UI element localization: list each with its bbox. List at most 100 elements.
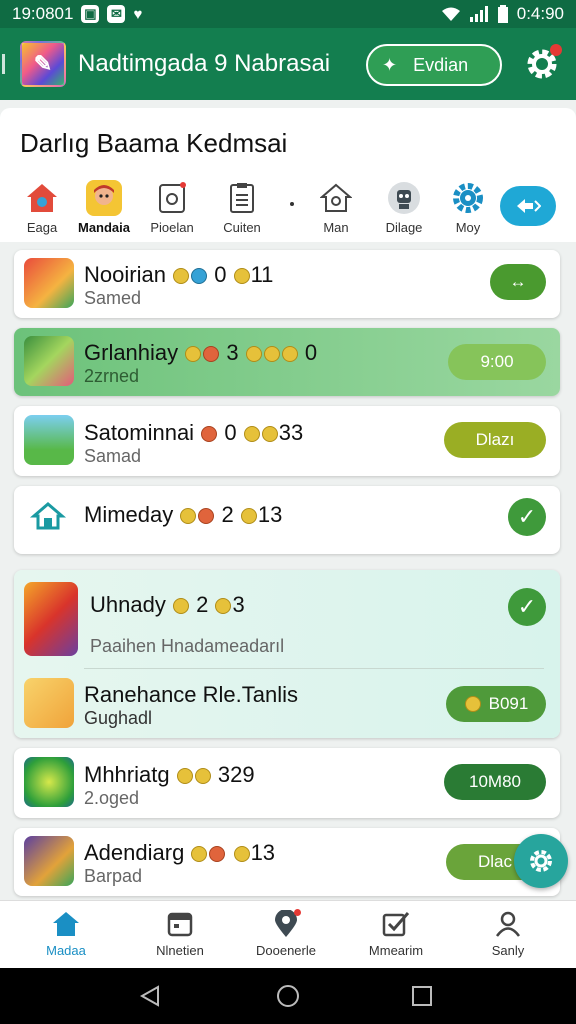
- checkbox-icon: [381, 909, 411, 939]
- item-stat-secondary: 13: [257, 502, 283, 527]
- status-time-right: 0:4:90: [516, 4, 564, 23]
- category-cuiten[interactable]: Cuiten: [212, 180, 272, 235]
- nav-item-madaa[interactable]: Madaa: [16, 909, 116, 958]
- nav-item-mmearim[interactable]: Mmearim: [346, 909, 446, 958]
- swap-button[interactable]: ↔: [490, 264, 546, 300]
- gem-icon: [191, 268, 208, 284]
- category-moy[interactable]: Moy: [438, 180, 498, 235]
- hammer-icon: ✦: [382, 54, 398, 75]
- category-mandaia[interactable]: Mandaia: [74, 180, 134, 235]
- notification-dot: [550, 44, 562, 56]
- coin-icon: [464, 696, 481, 712]
- recents-icon[interactable]: [410, 984, 434, 1008]
- receipt-icon: [154, 180, 190, 216]
- coin-icon: [173, 268, 190, 284]
- category-eaga[interactable]: Eaga: [12, 180, 72, 235]
- action-button[interactable]: Dlazı: [444, 422, 546, 458]
- nav-item-nlnetien[interactable]: Nlnetien: [130, 909, 230, 958]
- item-stat: 3: [226, 340, 239, 365]
- battery-icon: [497, 5, 508, 23]
- separator-dot: [290, 202, 294, 206]
- section-title: Darlıg Baama Kedmsai: [20, 128, 288, 158]
- coin-icon: [245, 346, 262, 362]
- category-dilage[interactable]: Dilage: [374, 180, 434, 235]
- item-name: Mimeday: [84, 502, 174, 527]
- category-man[interactable]: Man: [306, 180, 366, 235]
- share-icon: [517, 199, 541, 213]
- signal-icon: [469, 6, 488, 22]
- coin-icon: [243, 426, 260, 442]
- game-thumbnail: [24, 582, 78, 656]
- gem-icon: [198, 508, 215, 524]
- app-logo: ✎: [20, 41, 66, 87]
- coin-icon: [215, 598, 232, 614]
- nav-item-sanly[interactable]: Sanly: [458, 909, 558, 958]
- location-icon: [271, 909, 301, 939]
- list-item[interactable]: Grlanhiay 3 0 2zrned 9:00: [14, 328, 560, 396]
- price-button[interactable]: 10M80: [444, 764, 546, 800]
- time-button-label: 9:00: [480, 352, 514, 371]
- grouped-list: Uhnady 2 3 Paaihen Hnadameadarıl ✓ Raneh…: [14, 570, 560, 738]
- item-stat-secondary: 33: [278, 420, 304, 445]
- item-subtitle: Barpad: [84, 866, 143, 886]
- time-button[interactable]: 9:00: [448, 344, 546, 380]
- heart-icon: ♥: [133, 5, 143, 23]
- coin-icon: [172, 598, 189, 614]
- wifi-icon: [441, 7, 460, 21]
- item-subtitle: Gughadl: [84, 708, 153, 728]
- character-icon: [86, 180, 122, 216]
- item-name: Satominnai: [84, 420, 195, 445]
- list-item[interactable]: Satominnai 0 33 Samad Dlazı: [14, 406, 560, 476]
- item-subtitle: Samed: [84, 288, 142, 308]
- game-thumbnail: [24, 757, 74, 807]
- gem-icon: [203, 346, 220, 362]
- check-icon: ✓: [517, 594, 537, 619]
- check-icon: ✓: [517, 504, 537, 529]
- category-pioelan[interactable]: Pioelan: [142, 180, 202, 235]
- coin-icon: [185, 346, 202, 362]
- swap-button-label: ↔: [509, 272, 527, 291]
- settings-fab[interactable]: [514, 834, 568, 888]
- share-button[interactable]: [500, 186, 556, 226]
- price-button[interactable]: B091: [446, 686, 546, 722]
- home-button-icon[interactable]: [276, 984, 300, 1008]
- coin-icon: [233, 268, 250, 284]
- bottom-nav: Madaa Nlnetien Dooenerle Mmearim Sanly: [0, 900, 576, 968]
- game-thumbnail: [24, 678, 74, 728]
- back-icon[interactable]: [138, 984, 162, 1008]
- menu-icon[interactable]: [2, 54, 10, 74]
- coin-icon: [180, 508, 197, 524]
- category-row: Eaga Mandaia Pioelan Cuiten Man Dilage M…: [0, 180, 576, 242]
- coin-icon: [194, 768, 211, 784]
- gem-icon: [201, 426, 218, 442]
- nav-item-dooenerle[interactable]: Dooenerle: [236, 909, 336, 958]
- list-item[interactable]: Nooirian 0 11 Samed ↔: [14, 250, 560, 318]
- item-subtitle: 2zrned: [84, 366, 140, 386]
- list-item[interactable]: Mhhriatg 329 2.oged 10M80: [14, 748, 560, 818]
- game-thumbnail: [24, 836, 74, 886]
- evolve-button[interactable]: ✦ Evdian: [366, 44, 502, 86]
- item-name: Uhnady: [90, 592, 166, 617]
- item-name: Grlanhiay: [84, 340, 179, 365]
- status-bar: 19:0801 ▣ ✉ ♥ 0:4:90: [0, 0, 576, 28]
- settings-button[interactable]: [520, 42, 564, 86]
- check-button[interactable]: ✓: [508, 588, 546, 626]
- item-name: Mhhriatg: [84, 762, 170, 787]
- coin-icon: [261, 426, 278, 442]
- game-thumbnail: [24, 336, 74, 386]
- price-button-label: B091: [488, 694, 529, 713]
- robot-icon: [386, 180, 422, 216]
- gear-icon: [530, 850, 552, 872]
- coin-icon: [176, 768, 193, 784]
- calendar-icon: [165, 909, 195, 939]
- list-item[interactable]: Mimeday 2 13 ✓: [14, 486, 560, 554]
- list-item[interactable]: Adendiarg 13 Barpad Dlac: [14, 828, 560, 896]
- item-stat-secondary: 0: [304, 340, 318, 365]
- gem-icon: [209, 846, 226, 862]
- game-thumbnail: [24, 415, 74, 465]
- check-button[interactable]: ✓: [508, 498, 546, 536]
- item-stat-secondary: 3: [232, 592, 245, 617]
- document-icon: [224, 180, 260, 216]
- house-outline-icon: [318, 180, 354, 216]
- coin-icon: [191, 846, 208, 862]
